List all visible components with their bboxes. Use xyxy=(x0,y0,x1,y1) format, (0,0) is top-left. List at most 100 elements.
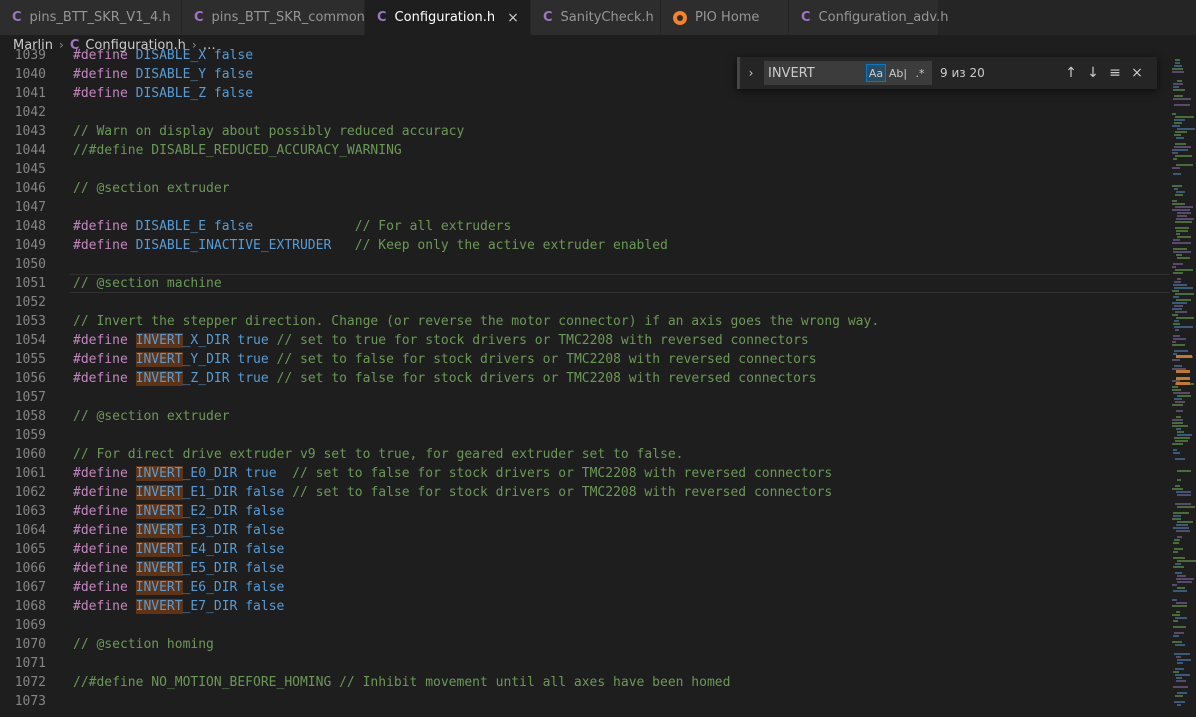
code-line[interactable]: 1073 xyxy=(0,692,1170,711)
code-text[interactable]: // @section machine xyxy=(73,274,222,293)
code-line[interactable]: 1052 xyxy=(0,293,1170,312)
code-text[interactable]: #define INVERT_E2_DIR false xyxy=(73,502,284,521)
minimap-line xyxy=(1174,134,1181,136)
find-input[interactable]: INVERT xyxy=(764,66,866,81)
code-line[interactable]: 1058 // @section extruder xyxy=(0,407,1170,426)
code-text[interactable]: // For direct drive extruder v9 set to t… xyxy=(73,445,683,464)
code-line[interactable]: 1050 xyxy=(0,255,1170,274)
code-line[interactable]: 1064 #define INVERT_E3_DIR false xyxy=(0,521,1170,540)
code-line[interactable]: 1069 xyxy=(0,616,1170,635)
code-text[interactable]: #define INVERT_E4_DIR false xyxy=(73,540,284,559)
code-text[interactable]: #define INVERT_E1_DIR false // set to fa… xyxy=(73,483,832,502)
code-text[interactable]: // @section extruder xyxy=(73,407,230,426)
next-match-button[interactable]: ↓ xyxy=(1082,65,1104,81)
code-line[interactable]: 1070 // @section homing xyxy=(0,635,1170,654)
code-text[interactable]: #define INVERT_E5_DIR false xyxy=(73,559,284,578)
code-editor[interactable]: 1039 #define DISABLE_X false 1040 #define D… xyxy=(0,46,1170,717)
code-text[interactable]: //#define NO_MOTION_BEFORE_HOMING // Inh… xyxy=(73,673,730,692)
c-file-icon: C xyxy=(801,10,811,25)
minimap-line xyxy=(1177,479,1181,481)
tab-configuration-h[interactable]: C Configuration.h × xyxy=(365,0,531,35)
code-line[interactable]: 1063 #define INVERT_E2_DIR false xyxy=(0,502,1170,521)
code-line[interactable]: 1051 // @section machine xyxy=(0,274,1170,293)
code-line[interactable]: 1048 #define DISABLE_E false // For all e… xyxy=(0,217,1170,236)
code-line[interactable]: 1045 xyxy=(0,160,1170,179)
code-line[interactable]: 1042 xyxy=(0,103,1170,122)
code-text[interactable]: #define INVERT_E7_DIR false xyxy=(73,597,284,616)
minimap-line xyxy=(1175,59,1180,61)
code-line[interactable]: 1053 // Invert the stepper direction. Cha… xyxy=(0,312,1170,331)
code-line[interactable]: 1056 #define INVERT_Z_DIR true // set to … xyxy=(0,369,1170,388)
code-text[interactable]: #define INVERT_E0_DIR true // set to fal… xyxy=(73,464,832,483)
code-text[interactable]: #define INVERT_Y_DIR true // set to fals… xyxy=(73,350,817,369)
code-text[interactable]: #define INVERT_Z_DIR true // set to fals… xyxy=(73,369,817,388)
minimap-line xyxy=(1173,173,1181,175)
code-text[interactable]: // Invert the stepper direction. Change … xyxy=(73,312,879,331)
code-text[interactable]: //#define DISABLE_REDUCED_ACCURACY_WARNI… xyxy=(73,141,402,160)
code-text[interactable]: #define DISABLE_E false // For all extru… xyxy=(73,217,511,236)
minimap[interactable] xyxy=(1170,55,1196,717)
line-number: 1046 xyxy=(14,181,46,196)
match-case-button[interactable]: Aa xyxy=(866,64,886,82)
code-text[interactable]: // @section extruder xyxy=(73,179,230,198)
line-number: 1044 xyxy=(14,143,46,158)
code-text[interactable]: // @section homing xyxy=(73,635,214,654)
code-line[interactable]: 1055 #define INVERT_Y_DIR true // set to … xyxy=(0,350,1170,369)
line-number: 1060 xyxy=(14,447,46,462)
code-line[interactable]: 1068 #define INVERT_E7_DIR false xyxy=(0,597,1170,616)
minimap-line xyxy=(1173,263,1183,265)
code-line[interactable]: 1043 // Warn on display about possibly re… xyxy=(0,122,1170,141)
tab-pins-btt-skr-common-h[interactable]: Cpins_BTT_SKR_common.h xyxy=(182,0,377,35)
minimap-line xyxy=(1174,350,1188,352)
code-text[interactable]: #define INVERT_E3_DIR false xyxy=(73,521,284,540)
tab-configuration-adv-h[interactable]: C Configuration_adv.h xyxy=(789,0,948,35)
code-text[interactable]: #define DISABLE_Z false xyxy=(73,84,253,103)
code-line[interactable]: 1054 #define INVERT_X_DIR true // set to … xyxy=(0,331,1170,350)
code-text[interactable]: #define DISABLE_Y false xyxy=(73,65,253,84)
code-line[interactable]: 1072 //#define NO_MOTION_BEFORE_HOMING //… xyxy=(0,673,1170,692)
code-line[interactable]: 1057 xyxy=(0,388,1170,407)
minimap-line xyxy=(1172,125,1180,127)
find-input-box[interactable]: INVERT Aa Ab| .* xyxy=(764,61,932,85)
whole-word-button[interactable]: Ab| xyxy=(888,64,908,82)
line-number: 1056 xyxy=(14,371,46,386)
code-text[interactable]: #define INVERT_X_DIR true // set to true… xyxy=(73,331,809,350)
code-line[interactable]: 1044 //#define DISABLE_REDUCED_ACCURACY_W… xyxy=(0,141,1170,160)
tab-sanitycheck-h[interactable]: C SanityCheck.h xyxy=(531,0,661,35)
minimap-line xyxy=(1176,680,1186,682)
tab-label: Configuration.h xyxy=(394,10,496,25)
minimap-line xyxy=(1172,422,1183,424)
code-text[interactable]: #define DISABLE_X false xyxy=(73,46,253,65)
close-icon[interactable]: × xyxy=(507,10,519,26)
code-line[interactable]: 1062 #define INVERT_E1_DIR false // set t… xyxy=(0,483,1170,502)
minimap-line xyxy=(1174,701,1185,703)
code-line[interactable]: 1060 // For direct drive extruder v9 set … xyxy=(0,445,1170,464)
minimap-match-marker xyxy=(1176,370,1190,373)
code-line[interactable]: 1061 #define INVERT_E0_DIR true // set to… xyxy=(0,464,1170,483)
line-number: 1043 xyxy=(14,124,46,139)
toggle-replace-button[interactable]: › xyxy=(742,66,760,80)
code-line[interactable]: 1059 xyxy=(0,426,1170,445)
code-text[interactable]: #define DISABLE_INACTIVE_EXTRUDER // Kee… xyxy=(73,236,668,255)
regex-button[interactable]: .* xyxy=(910,64,930,82)
code-line[interactable]: 1071 xyxy=(0,654,1170,673)
code-line[interactable]: 1049 #define DISABLE_INACTIVE_EXTRUDER //… xyxy=(0,236,1170,255)
tab-pins-btt-skr-v1-4-h[interactable]: Cpins_BTT_SKR_V1_4.h xyxy=(0,0,182,35)
code-line[interactable]: 1066 #define INVERT_E5_DIR false xyxy=(0,559,1170,578)
code-line[interactable]: 1046 // @section extruder xyxy=(0,179,1170,198)
code-text[interactable]: #define INVERT_E6_DIR false xyxy=(73,578,284,597)
minimap-line xyxy=(1173,620,1178,622)
line-number: 1049 xyxy=(14,238,46,253)
minimap-line xyxy=(1177,560,1196,562)
tab-pio-home[interactable]: PIO Home xyxy=(661,0,789,35)
close-find-button[interactable]: × xyxy=(1126,65,1148,81)
minimap-line xyxy=(1173,512,1189,514)
code-line[interactable]: 1047 xyxy=(0,198,1170,217)
previous-match-button[interactable]: ↑ xyxy=(1060,65,1082,81)
find-in-selection-button[interactable]: ≡ xyxy=(1104,65,1126,81)
code-line[interactable]: 1065 #define INVERT_E4_DIR false xyxy=(0,540,1170,559)
code-text[interactable]: // Warn on display about possibly reduce… xyxy=(73,122,464,141)
minimap-line xyxy=(1172,185,1182,187)
minimap-line xyxy=(1172,614,1180,616)
code-line[interactable]: 1067 #define INVERT_E6_DIR false xyxy=(0,578,1170,597)
